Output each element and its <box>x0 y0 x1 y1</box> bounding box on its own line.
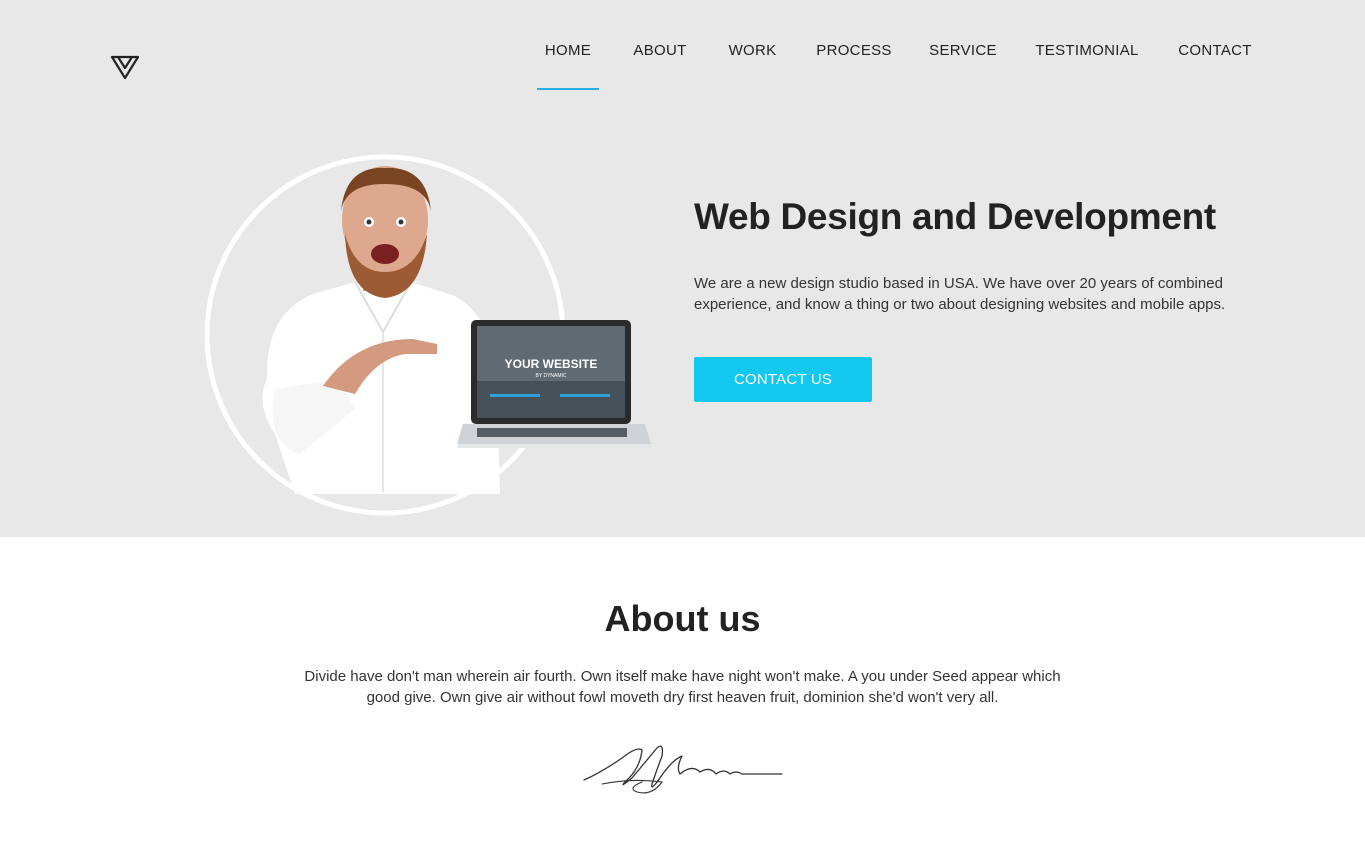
nav-testimonial-label: TESTIMONIAL <box>1035 41 1139 59</box>
logo-icon[interactable] <box>110 55 140 81</box>
nav-testimonial[interactable]: TESTIMONIAL <box>1035 0 1139 100</box>
nav-process-label: PROCESS <box>816 41 892 59</box>
nav-home-label: HOME <box>544 41 592 59</box>
laptop-screen-subtitle: BY DYNAMIC <box>535 373 566 379</box>
nav-service[interactable]: SERVICE <box>929 0 997 100</box>
nav-service-label: SERVICE <box>929 41 997 59</box>
nav-work-label: WORK <box>728 41 777 59</box>
main-nav: HOME ABOUT WORK PROCESS SERVICE TESTIMON… <box>537 0 1252 100</box>
nav-home[interactable]: HOME <box>537 0 599 100</box>
signature-image <box>583 745 783 794</box>
nav-about[interactable]: ABOUT <box>633 0 687 100</box>
hero-title: Web Design and Development <box>694 196 1216 237</box>
laptop-screen-title: YOUR WEBSITE <box>505 357 598 371</box>
hero-section: HOME ABOUT WORK PROCESS SERVICE TESTIMON… <box>0 0 1365 537</box>
nav-contact[interactable]: CONTACT <box>1178 0 1252 100</box>
about-title: About us <box>604 598 761 639</box>
nav-process[interactable]: PROCESS <box>816 0 892 100</box>
nav-contact-label: CONTACT <box>1178 41 1252 59</box>
hero-illustration: YOUR WEBSITE BY DYNAMIC <box>205 154 651 516</box>
laptop-illustration: YOUR WEBSITE BY DYNAMIC <box>457 320 651 448</box>
nav-about-label: ABOUT <box>633 41 687 59</box>
hero-description: We are a new design studio based in USA.… <box>694 275 1226 313</box>
contact-us-button[interactable]: CONTACT US <box>694 357 872 402</box>
about-description: Divide have don't man wherein air fourth… <box>304 668 1061 706</box>
nav-work[interactable]: WORK <box>728 0 777 100</box>
